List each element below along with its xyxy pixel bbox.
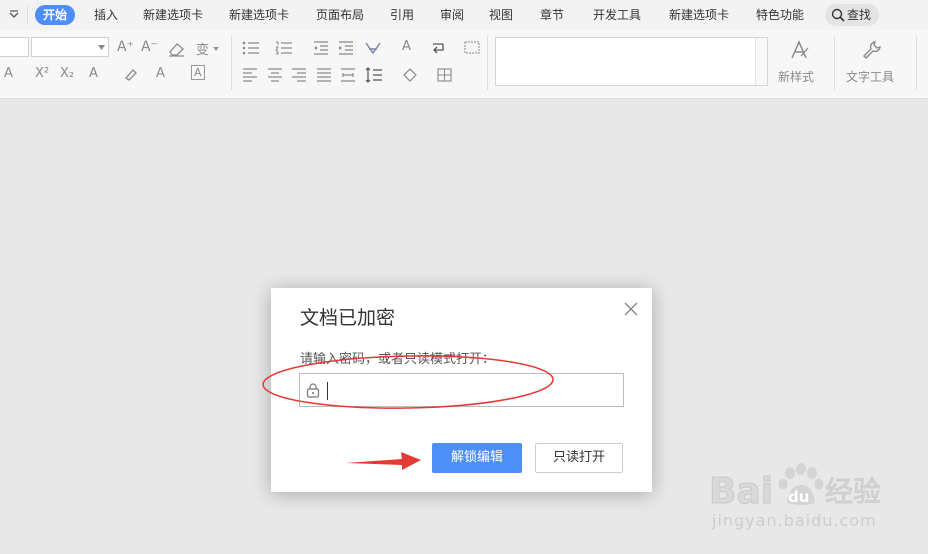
dialog-title: 文档已加密 <box>300 307 396 329</box>
font-name-combo[interactable] <box>0 37 29 57</box>
watermark-url: jingyan.baidu.com <box>712 511 877 530</box>
table-grid-icon[interactable] <box>464 41 480 54</box>
password-field[interactable] <box>299 373 624 407</box>
search-label: 查找 <box>847 8 872 22</box>
subscript-icon[interactable]: X₂ <box>60 66 74 81</box>
chevron-down-icon <box>98 45 105 50</box>
tab-home[interactable]: 开始 <box>35 5 76 25</box>
gallery-scrollbar[interactable] <box>755 38 767 85</box>
align-left-icon[interactable] <box>242 68 258 82</box>
watermark-brand-du: du <box>788 488 809 506</box>
grow-font-icon[interactable]: A⁺ <box>117 39 134 55</box>
chevron-down-icon <box>213 47 219 51</box>
text-caret <box>327 382 328 400</box>
char-border-icon[interactable]: A <box>191 65 205 80</box>
search-button[interactable]: 查找 <box>825 4 879 26</box>
wrench-icon[interactable] <box>860 38 884 62</box>
tab-chapter[interactable]: 章节 <box>540 5 564 25</box>
tab-view[interactable]: 视图 <box>489 5 513 25</box>
line-break-icon[interactable] <box>431 40 449 56</box>
decrease-indent-icon[interactable] <box>313 41 329 55</box>
numbered-list-icon[interactable] <box>275 41 293 55</box>
justify-icon[interactable] <box>316 68 332 82</box>
borders-icon[interactable] <box>437 68 452 82</box>
password-prompt: 请输入密码，或者只读模式打开： <box>300 352 496 367</box>
tab-insert[interactable]: 插入 <box>94 5 118 25</box>
eraser-icon[interactable] <box>168 41 186 57</box>
tab-page-layout[interactable]: 页面布局 <box>316 5 364 25</box>
quick-access-dropdown-icon[interactable] <box>9 10 19 20</box>
close-button[interactable] <box>622 300 640 318</box>
tab-new-2[interactable]: 新建选项卡 <box>229 5 289 25</box>
encrypted-document-dialog: 文档已加密 请输入密码，或者只读模式打开： 解锁编辑 只读打开 <box>271 288 652 492</box>
tab-special-features[interactable]: 特色功能 <box>756 5 804 25</box>
font-size-combo[interactable] <box>31 37 109 57</box>
align-center-icon[interactable] <box>267 68 283 82</box>
line-spacing-icon[interactable] <box>365 67 383 83</box>
style-gallery[interactable] <box>495 37 768 86</box>
password-input[interactable] <box>326 378 616 402</box>
font-color-a-icon[interactable]: A <box>156 66 165 81</box>
search-icon <box>831 8 845 22</box>
tab-new-3[interactable]: 新建选项卡 <box>669 5 729 25</box>
watermark-brand: Bai <box>709 471 773 512</box>
tab-review[interactable]: 审阅 <box>440 5 464 25</box>
close-icon <box>624 302 638 316</box>
new-style-label[interactable]: 新样式 <box>778 68 814 85</box>
text-direction-icon[interactable]: A <box>402 39 411 54</box>
tab-developer[interactable]: 开发工具 <box>593 5 641 25</box>
distributed-align-icon[interactable] <box>340 68 356 82</box>
new-style-icon[interactable] <box>787 38 811 62</box>
align-right-icon[interactable] <box>291 68 307 82</box>
watermark-brand-cn: 经验 <box>825 475 881 508</box>
tab-new-1[interactable]: 新建选项卡 <box>143 5 203 25</box>
highlight-icon[interactable] <box>123 67 139 82</box>
open-readonly-button[interactable]: 只读打开 <box>535 443 623 473</box>
superscript-icon[interactable]: X² <box>35 66 49 81</box>
tab-references[interactable]: 引用 <box>390 5 414 25</box>
unlock-edit-button[interactable]: 解锁编辑 <box>432 443 522 473</box>
font-color-icon[interactable]: A <box>4 66 13 81</box>
increase-indent-icon[interactable] <box>338 41 354 55</box>
text-effect-icon[interactable]: A <box>89 66 98 81</box>
ribbon-tab-bar: 开始 插入 新建选项卡 新建选项卡 页面布局 引用 审阅 视图 章节 开发工具 … <box>0 0 928 30</box>
text-tool-label[interactable]: 文字工具 <box>846 68 894 85</box>
shading-icon[interactable] <box>401 68 419 82</box>
chinese-layout-icon[interactable] <box>364 40 382 56</box>
bullet-list-icon[interactable] <box>242 41 260 55</box>
home-ribbon-toolbar: A⁺ A⁻ 变 A X² X₂ A A A A 新样式 文字工具 <box>0 30 928 99</box>
shrink-font-icon[interactable]: A⁻ <box>141 39 158 55</box>
phonetic-guide-icon[interactable]: 变 <box>196 39 209 58</box>
lock-icon <box>306 383 320 398</box>
